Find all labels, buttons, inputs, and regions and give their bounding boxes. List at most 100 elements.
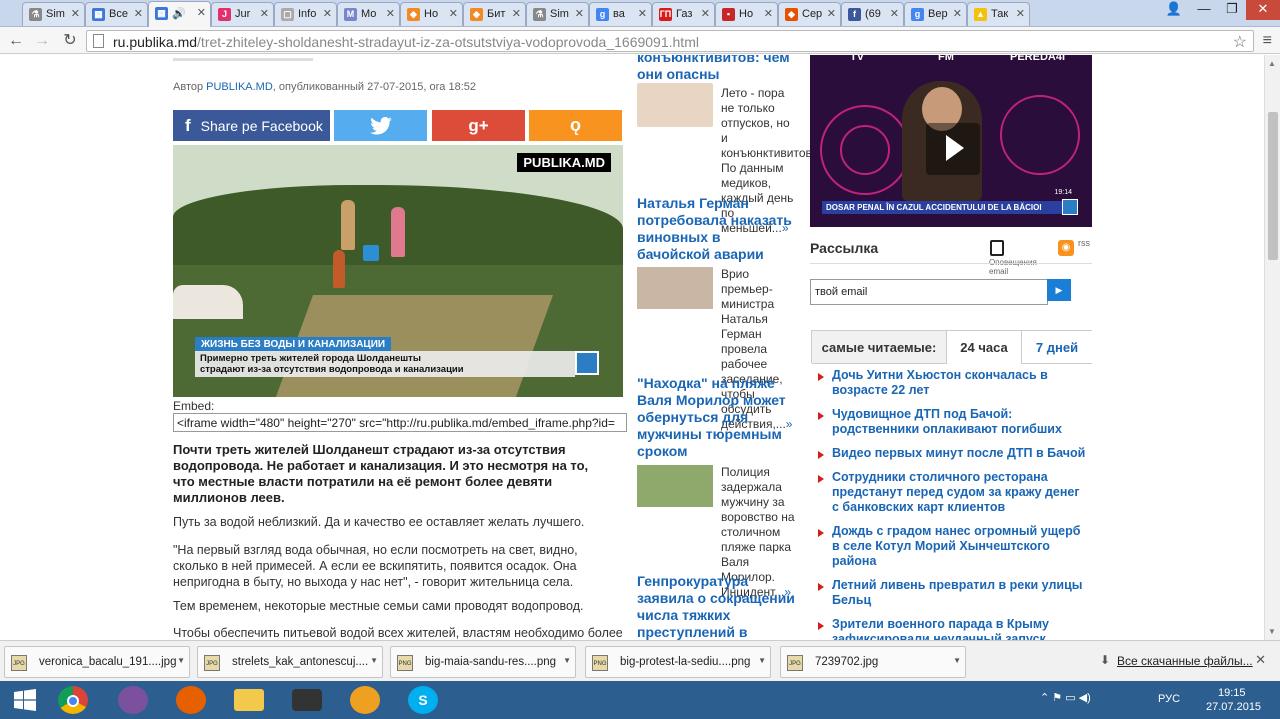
browser-tab[interactable]: ГП Газ ✕ — [652, 2, 715, 26]
browser-tab[interactable]: f (69 ✕ — [841, 2, 904, 26]
all-downloads-link[interactable]: Все скачанные файлы... — [1117, 654, 1253, 668]
chevron-down-icon[interactable]: ▼ — [370, 656, 378, 665]
tab-close-icon[interactable]: ✕ — [890, 7, 899, 20]
live-tv-player[interactable]: TV FM PEREDA4I 19:14 DOSAR PENAL ÎN CAZU… — [810, 55, 1092, 227]
start-button[interactable] — [0, 683, 50, 717]
most-read-item[interactable]: Сотрудники столичного ресторана предстан… — [818, 470, 1088, 515]
news-thumbnail[interactable] — [637, 267, 713, 309]
tab-close-icon[interactable]: ✕ — [638, 7, 647, 20]
download-item[interactable]: JPG strelets_kak_antonescuj.... ▼ — [197, 646, 383, 678]
tab-close-icon[interactable]: ✕ — [260, 7, 269, 20]
tv-tab-label[interactable]: TV — [850, 55, 864, 63]
play-icon[interactable] — [926, 123, 980, 175]
forward-button[interactable]: → — [32, 31, 52, 51]
download-item[interactable]: JPG veronica_bacalu_191....jpg ▼ — [4, 646, 190, 678]
tab-close-icon[interactable]: ✕ — [71, 7, 80, 20]
chrome-taskbar-icon[interactable] — [48, 683, 98, 717]
browser-tab[interactable]: ◆ Сер ✕ — [778, 2, 841, 26]
clock-date[interactable]: 27.07.2015 — [1206, 701, 1261, 713]
alerts-label[interactable]: Оповещения email — [989, 258, 1049, 276]
chevron-down-icon[interactable]: ▼ — [953, 656, 961, 665]
scrollbar-thumb[interactable] — [1268, 112, 1278, 260]
address-bar[interactable]: ru.publika.md/tret-zhiteley-sholdanesht-… — [86, 30, 1254, 52]
share-twitter-button[interactable] — [334, 110, 427, 141]
browser-tab[interactable]: ▦ Все ✕ — [85, 2, 148, 26]
tab-close-icon[interactable]: ✕ — [386, 7, 395, 20]
tab-close-icon[interactable]: ✕ — [575, 7, 584, 20]
tab-24h[interactable]: 24 часа — [946, 331, 1022, 364]
video-player[interactable]: PUBLIKA.MD ЖИЗНЬ БЕЗ ВОДЫ И КАНАЛИЗАЦИИ … — [173, 145, 623, 397]
download-item[interactable]: PNG big-maia-sandu-res....png ▼ — [390, 646, 576, 678]
tab-close-icon[interactable]: ✕ — [449, 7, 458, 20]
browser-tab[interactable]: g ва ✕ — [589, 2, 652, 26]
fm-tab-label[interactable]: FM — [938, 55, 954, 63]
close-downloads-icon[interactable]: ✕ — [1255, 652, 1266, 668]
tab-close-icon[interactable]: ✕ — [323, 7, 332, 20]
maximize-button[interactable]: ❐ — [1218, 0, 1246, 20]
file-explorer-taskbar-icon[interactable] — [224, 683, 274, 717]
embed-code-field[interactable]: <iframe width="480" height="270" src="ht… — [173, 413, 627, 432]
close-window-button[interactable]: ✕ — [1246, 0, 1280, 20]
most-read-item[interactable]: Летний ливень превратил в реки улицы Бел… — [818, 578, 1088, 608]
news-thumbnail[interactable] — [637, 83, 713, 127]
most-read-item[interactable]: Чудовищное ДТП под Бачой: родственники о… — [818, 407, 1088, 437]
chevron-down-icon[interactable]: ▼ — [177, 656, 185, 665]
tab-close-icon[interactable]: ✕ — [953, 7, 962, 20]
newsletter-email-input[interactable]: твой email — [810, 279, 1048, 305]
reload-button[interactable]: ↻ — [60, 31, 80, 51]
firefox-taskbar-icon[interactable] — [166, 683, 216, 717]
scroll-up-arrow-icon[interactable]: ▲ — [1268, 59, 1276, 68]
newsletter-submit-button[interactable]: ▶ — [1047, 279, 1071, 301]
share-facebook-button[interactable]: f Share pe Facebook — [173, 110, 330, 141]
user-icon[interactable]: 👤 — [1160, 0, 1188, 20]
page-scrollbar[interactable]: ▲ ▼ — [1264, 55, 1280, 640]
news-thumbnail[interactable] — [637, 465, 713, 507]
tab-close-icon[interactable]: ✕ — [764, 7, 773, 20]
browser-tab[interactable]: ◆ Ho ✕ — [400, 2, 463, 26]
tray-icons[interactable]: ⌃ ⚑ ▭ ◀) — [1040, 691, 1091, 704]
tab-close-icon[interactable]: ✕ — [827, 7, 836, 20]
browser-tab[interactable]: ▲ Так ✕ — [967, 2, 1030, 26]
download-item[interactable]: PNG big-protest-la-sediu....png ▼ — [585, 646, 771, 678]
share-gplus-button[interactable]: g+ — [432, 110, 525, 141]
most-read-item[interactable]: Зрители военного парада в Крыму зафиксир… — [818, 617, 1088, 640]
rss-label[interactable]: rss — [1078, 238, 1090, 248]
chrome-menu-icon[interactable]: ≡ — [1263, 32, 1272, 50]
back-button[interactable]: ← — [6, 31, 26, 51]
chevron-down-icon[interactable]: ▼ — [563, 656, 571, 665]
minimize-button[interactable]: — — [1190, 0, 1218, 20]
tab-close-icon[interactable]: ✕ — [701, 7, 710, 20]
share-odnoklassniki-button[interactable]: ǫ — [529, 110, 622, 141]
keyboard-language[interactable]: РУС — [1158, 693, 1180, 705]
camera-taskbar-icon[interactable] — [282, 683, 332, 717]
tab-close-icon[interactable]: ✕ — [197, 6, 206, 19]
browser-tab[interactable]: g Вер ✕ — [904, 2, 967, 26]
browser-tab[interactable]: ⚗ Sim ✕ — [22, 2, 85, 26]
news-headline[interactable]: конъюнктивитов: чем они опасны — [637, 55, 797, 83]
browser-tab[interactable]: ▦ 🔊 ✕ — [148, 1, 211, 27]
chevron-down-icon[interactable]: ▼ — [758, 656, 766, 665]
browser-tab[interactable]: ▪ Но ✕ — [715, 2, 778, 26]
most-read-item[interactable]: Дочь Уитни Хьюстон скончалась в возрасте… — [818, 368, 1088, 398]
email-alert-icon[interactable] — [990, 240, 1004, 256]
bookmark-star-icon[interactable]: ☆ — [1233, 32, 1247, 52]
tab-close-icon[interactable]: ✕ — [1016, 7, 1025, 20]
viber-taskbar-icon[interactable] — [108, 683, 158, 717]
browser-tab[interactable]: ▢ Info ✕ — [274, 2, 337, 26]
most-read-item[interactable]: Дождь с градом нанес огромный ущерб в се… — [818, 524, 1088, 569]
rss-icon[interactable]: ◉ — [1058, 240, 1074, 256]
author-link[interactable]: PUBLIKA.MD — [206, 81, 273, 93]
download-item[interactable]: JPG 7239702.jpg ▼ — [780, 646, 966, 678]
browser-tab[interactable]: M Мо ✕ — [337, 2, 400, 26]
tab-close-icon[interactable]: ✕ — [512, 7, 521, 20]
tab-close-icon[interactable]: ✕ — [134, 7, 143, 20]
most-read-item[interactable]: Видео первых минут после ДТП в Бачой — [818, 446, 1088, 461]
browser-tab[interactable]: ⚗ Sim ✕ — [526, 2, 589, 26]
peredachi-tab-label[interactable]: PEREDA4I — [1010, 55, 1065, 63]
browser-tab[interactable]: J Jur ✕ — [211, 2, 274, 26]
news-headline[interactable]: Наталья Герман потребовала наказать вино… — [637, 195, 797, 263]
browser-tab[interactable]: ◆ Бит ✕ — [463, 2, 526, 26]
tab-7d[interactable]: 7 дней — [1022, 331, 1092, 364]
media-player-taskbar-icon[interactable] — [340, 683, 390, 717]
skype-taskbar-icon[interactable]: S — [398, 683, 448, 717]
